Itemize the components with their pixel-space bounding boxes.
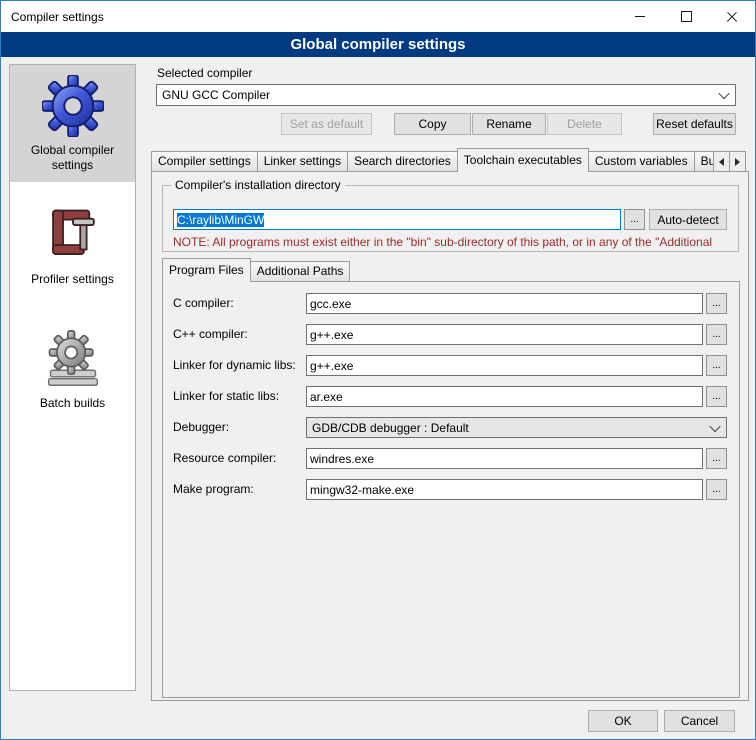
- compiler-settings-window: Compiler settings Global compiler settin…: [0, 0, 756, 740]
- sidebar-item-global-compiler-settings[interactable]: Global compiler settings: [10, 65, 135, 182]
- resource-compiler-input[interactable]: [306, 448, 703, 469]
- tab-scroll-buttons: [714, 151, 746, 172]
- field-row: Make program: ...: [163, 479, 739, 500]
- auto-detect-button[interactable]: Auto-detect: [649, 209, 727, 230]
- tab-program-files[interactable]: Program Files: [162, 258, 251, 282]
- make-program-input[interactable]: [306, 479, 703, 500]
- rename-button[interactable]: Rename: [472, 113, 546, 135]
- maximize-icon: [681, 11, 692, 22]
- installation-directory-group-title: Compiler's installation directory: [171, 178, 345, 192]
- c-compiler-input[interactable]: [306, 293, 703, 314]
- minimize-button[interactable]: [617, 1, 663, 32]
- minimize-icon: [635, 16, 645, 17]
- sidebar-item-profiler-settings[interactable]: Profiler settings: [10, 194, 135, 296]
- field-row: C compiler: ...: [163, 293, 739, 314]
- linker-static-input[interactable]: [306, 386, 703, 407]
- field-row: Resource compiler: ...: [163, 448, 739, 469]
- tab-toolchain-executables[interactable]: Toolchain executables: [457, 148, 589, 172]
- tab-custom-variables[interactable]: Custom variables: [588, 151, 695, 171]
- program-tabstrip: Program Files Additional Paths: [162, 258, 562, 282]
- debugger-selected-value: GDB/CDB debugger : Default: [312, 421, 469, 435]
- sidebar-item-label: Global compiler settings: [13, 143, 132, 173]
- tab-compiler-settings[interactable]: Compiler settings: [151, 151, 258, 171]
- tab-linker-settings[interactable]: Linker settings: [257, 151, 348, 171]
- category-sidebar: Global compiler settings Profiler settin…: [9, 64, 136, 691]
- chevron-down-icon: [718, 88, 729, 99]
- tab-scroll-right-button[interactable]: [729, 151, 746, 172]
- debugger-label: Debugger:: [173, 417, 229, 438]
- sidebar-item-batch-builds[interactable]: Batch builds: [10, 318, 135, 420]
- set-as-default-button[interactable]: Set as default: [281, 113, 372, 135]
- gray-gear-stack-icon: [43, 328, 103, 390]
- clamp-icon: [44, 204, 102, 266]
- window-controls: [617, 1, 755, 32]
- installation-directory-browse-button[interactable]: ...: [624, 209, 645, 230]
- field-row: Linker for static libs: ...: [163, 386, 739, 407]
- copy-button[interactable]: Copy: [394, 113, 471, 135]
- titlebar[interactable]: Compiler settings: [1, 1, 755, 32]
- cpp-compiler-label: C++ compiler:: [173, 324, 248, 345]
- settings-tabstrip: Compiler settings Linker settings Search…: [151, 148, 714, 172]
- toolchain-executables-panel: Compiler's installation directory C:\ray…: [151, 171, 749, 701]
- make-program-browse-button[interactable]: ...: [706, 479, 727, 500]
- field-row: Linker for dynamic libs: ...: [163, 355, 739, 376]
- installation-directory-group: Compiler's installation directory C:\ray…: [162, 185, 739, 252]
- window-title: Compiler settings: [1, 10, 104, 24]
- cpp-compiler-input[interactable]: [306, 324, 703, 345]
- resource-compiler-browse-button[interactable]: ...: [706, 448, 727, 469]
- tab-build-options[interactable]: Build: [694, 151, 714, 171]
- ok-button[interactable]: OK: [588, 710, 658, 732]
- right-arrow-icon: [735, 158, 740, 166]
- c-compiler-label: C compiler:: [173, 293, 234, 314]
- linker-dynamic-label: Linker for dynamic libs:: [173, 355, 296, 376]
- c-compiler-browse-button[interactable]: ...: [706, 293, 727, 314]
- debugger-select[interactable]: GDB/CDB debugger : Default: [306, 417, 727, 438]
- tab-search-directories[interactable]: Search directories: [347, 151, 458, 171]
- program-files-panel: C compiler: ... C++ compiler: ... Linker…: [162, 281, 740, 698]
- resource-compiler-label: Resource compiler:: [173, 448, 276, 469]
- selected-compiler-dropdown[interactable]: GNU GCC Compiler: [156, 84, 736, 106]
- delete-button[interactable]: Delete: [547, 113, 622, 135]
- left-arrow-icon: [719, 158, 724, 166]
- sidebar-item-label: Batch builds: [40, 396, 105, 411]
- field-row: Debugger: GDB/CDB debugger : Default: [163, 417, 739, 438]
- make-program-label: Make program:: [173, 479, 254, 500]
- linker-dynamic-browse-button[interactable]: ...: [706, 355, 727, 376]
- installation-directory-value: C:\raylib\MinGW: [177, 213, 264, 227]
- linker-dynamic-input[interactable]: [306, 355, 703, 376]
- linker-static-browse-button[interactable]: ...: [706, 386, 727, 407]
- installation-note: NOTE: All programs must exist either in …: [173, 235, 736, 249]
- close-button[interactable]: [709, 1, 755, 32]
- maximize-button[interactable]: [663, 1, 709, 32]
- chevron-down-icon: [709, 420, 720, 431]
- selected-compiler-value: GNU GCC Compiler: [162, 88, 270, 102]
- reset-defaults-button[interactable]: Reset defaults: [653, 113, 736, 135]
- blue-gear-icon: [42, 75, 104, 137]
- linker-static-label: Linker for static libs:: [173, 386, 279, 407]
- sidebar-item-label: Profiler settings: [31, 272, 114, 287]
- tab-additional-paths[interactable]: Additional Paths: [250, 261, 351, 281]
- selected-compiler-label: Selected compiler: [157, 66, 252, 80]
- field-row: C++ compiler: ...: [163, 324, 739, 345]
- dialog-header: Global compiler settings: [1, 32, 755, 57]
- tab-scroll-left-button[interactable]: [713, 151, 730, 172]
- installation-directory-input[interactable]: C:\raylib\MinGW: [173, 209, 621, 230]
- cancel-button[interactable]: Cancel: [664, 710, 735, 732]
- cpp-compiler-browse-button[interactable]: ...: [706, 324, 727, 345]
